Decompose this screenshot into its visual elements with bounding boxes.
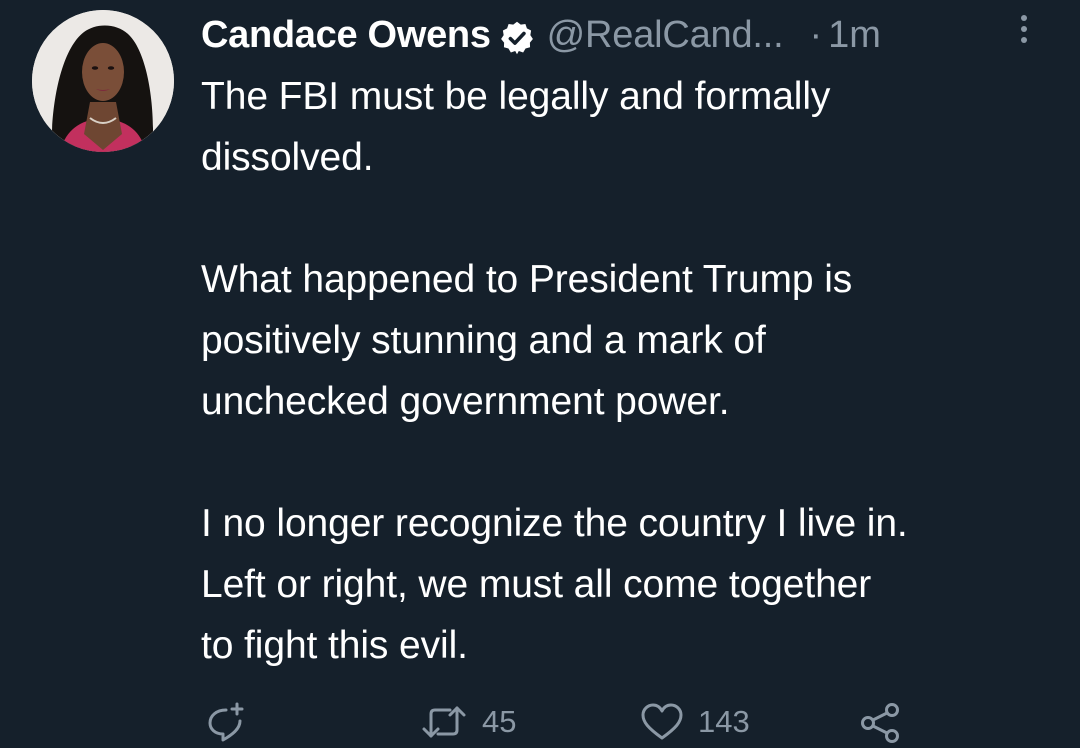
- reply-icon: [204, 701, 250, 743]
- paragraph-1: The FBI must be legally and formally dis…: [201, 66, 1061, 188]
- more-options-icon[interactable]: [1016, 14, 1032, 44]
- text-line: The FBI must be legally and formally: [201, 75, 831, 118]
- handle[interactable]: @RealCand...: [547, 8, 784, 62]
- retweet-icon: [420, 702, 468, 742]
- text-line: to fight this evil.: [201, 624, 468, 667]
- timestamp[interactable]: 1m: [828, 8, 881, 62]
- like-button[interactable]: 143: [640, 698, 750, 746]
- separator-dot: ·: [809, 14, 823, 56]
- reply-button[interactable]: [204, 698, 250, 746]
- action-bar: 45 143: [0, 698, 1080, 748]
- retweet-button[interactable]: 45: [420, 698, 516, 746]
- tweet[interactable]: Candace Owens @RealCand... · 1m The FBI …: [0, 0, 1080, 748]
- tweet-text: The FBI must be legally and formally dis…: [201, 66, 1061, 676]
- share-button[interactable]: [858, 698, 904, 746]
- avatar[interactable]: [32, 10, 174, 152]
- heart-icon: [640, 702, 684, 742]
- text-line: positively stunning and a mark of: [201, 319, 766, 362]
- text-line: I no longer recognize the country I live…: [201, 502, 908, 545]
- verified-badge-icon: [499, 17, 535, 55]
- like-count: 143: [698, 704, 750, 739]
- paragraph-3: I no longer recognize the country I live…: [201, 493, 1061, 676]
- share-icon: [858, 701, 904, 743]
- tweet-header: Candace Owens @RealCand... · 1m: [201, 8, 1061, 62]
- text-line: Left or right, we must all come together: [201, 563, 872, 606]
- retweet-count: 45: [482, 704, 517, 739]
- text-line: What happened to President Trump is: [201, 258, 853, 301]
- display-name[interactable]: Candace Owens: [201, 8, 491, 62]
- paragraph-2: What happened to President Trump is posi…: [201, 249, 1061, 432]
- text-line: unchecked government power.: [201, 380, 730, 423]
- text-line: dissolved.: [201, 136, 374, 179]
